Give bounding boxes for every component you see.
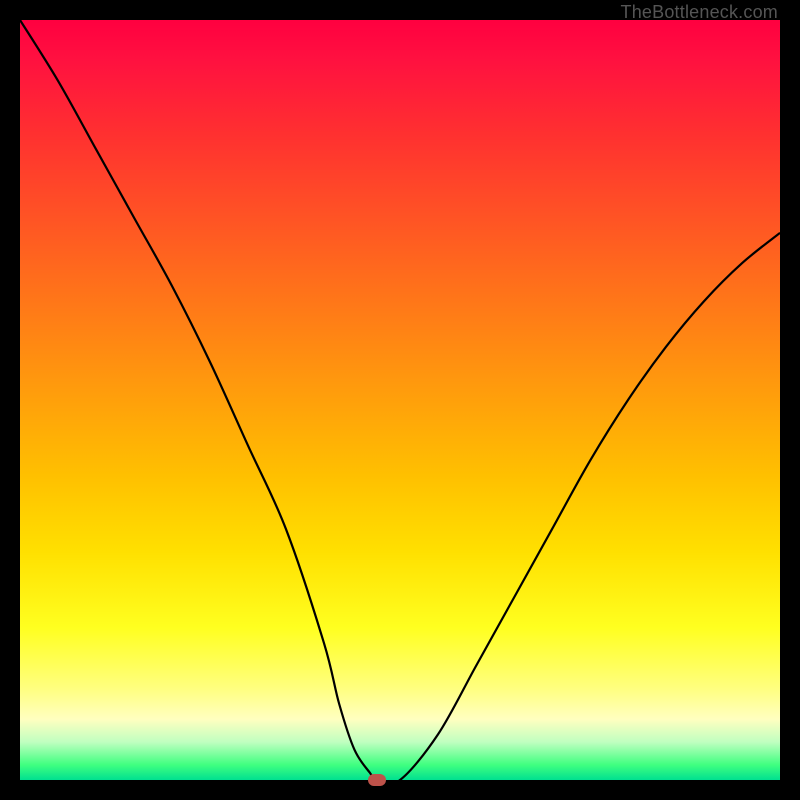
chart-frame: TheBottleneck.com bbox=[0, 0, 800, 800]
watermark-text: TheBottleneck.com bbox=[621, 2, 778, 23]
plot-area bbox=[20, 20, 780, 780]
optimum-marker bbox=[368, 774, 386, 786]
bottleneck-curve bbox=[20, 20, 780, 780]
